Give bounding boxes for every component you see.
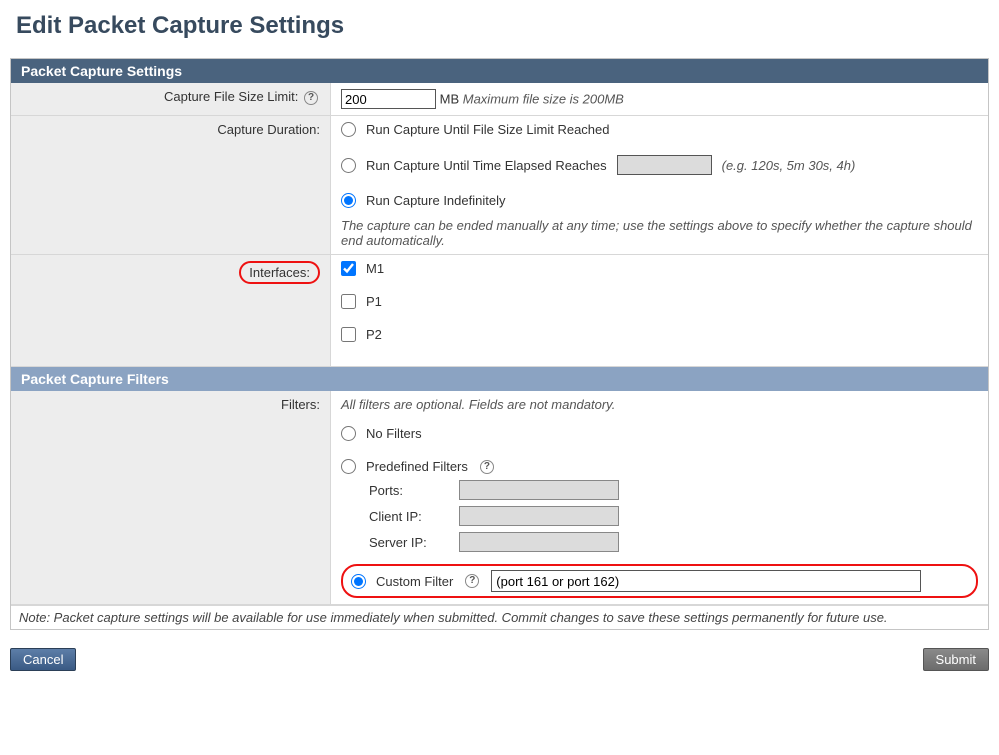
time-elapsed-input[interactable] — [617, 155, 712, 175]
radio-until-time-label: Run Capture Until Time Elapsed Reaches — [366, 158, 607, 173]
interfaces-label-highlight: Interfaces: — [239, 261, 320, 284]
radio-indefinitely-label: Run Capture Indefinitely — [366, 193, 505, 208]
footer-note: Note: Packet capture settings will be av… — [11, 605, 988, 629]
custom-filter-input[interactable] — [491, 570, 921, 592]
settings-panel: Packet Capture Settings Capture File Siz… — [10, 58, 989, 630]
row-duration: Capture Duration: Run Capture Until File… — [11, 116, 988, 255]
server-ip-label: Server IP: — [369, 535, 459, 550]
duration-label: Capture Duration: — [217, 122, 320, 137]
file-size-unit: MB — [440, 92, 460, 107]
submit-button[interactable]: Submit — [923, 648, 989, 671]
row-filters: Filters: All filters are optional. Field… — [11, 391, 988, 605]
duration-note: The capture can be ended manually at any… — [341, 218, 978, 248]
radio-custom-filter-label: Custom Filter — [376, 574, 453, 589]
radio-predefined-filters[interactable] — [341, 459, 356, 474]
radio-indefinitely[interactable] — [341, 193, 356, 208]
filters-section-header: Packet Capture Filters — [11, 367, 988, 391]
radio-until-filesize-label: Run Capture Until File Size Limit Reache… — [366, 122, 610, 137]
cancel-button[interactable]: Cancel — [10, 648, 76, 671]
radio-no-filters-label: No Filters — [366, 426, 422, 441]
file-size-hint: Maximum file size is 200MB — [463, 92, 624, 107]
page-title: Edit Packet Capture Settings — [16, 12, 989, 40]
ports-label: Ports: — [369, 483, 459, 498]
checkbox-m1[interactable] — [341, 261, 356, 276]
file-size-label: Capture File Size Limit: — [164, 89, 298, 104]
radio-no-filters[interactable] — [341, 426, 356, 441]
button-bar: Cancel Submit — [10, 644, 989, 675]
radio-predefined-filters-label: Predefined Filters — [366, 459, 468, 474]
time-hint: (e.g. 120s, 5m 30s, 4h) — [722, 158, 856, 173]
help-icon[interactable]: ? — [304, 91, 318, 105]
radio-until-filesize[interactable] — [341, 122, 356, 137]
radio-until-time[interactable] — [341, 158, 356, 173]
interfaces-label: Interfaces: — [249, 265, 310, 280]
filters-intro: All filters are optional. Fields are not… — [341, 397, 978, 412]
radio-custom-filter[interactable] — [351, 574, 366, 589]
client-ip-input[interactable] — [459, 506, 619, 526]
ports-input[interactable] — [459, 480, 619, 500]
client-ip-label: Client IP: — [369, 509, 459, 524]
checkbox-p2-label: P2 — [366, 327, 382, 342]
checkbox-p2[interactable] — [341, 327, 356, 342]
checkbox-m1-label: M1 — [366, 261, 384, 276]
row-file-size: Capture File Size Limit: ? MB Maximum fi… — [11, 83, 988, 116]
settings-section-header: Packet Capture Settings — [11, 59, 988, 83]
file-size-input[interactable] — [341, 89, 436, 109]
server-ip-input[interactable] — [459, 532, 619, 552]
filters-label: Filters: — [281, 397, 320, 412]
checkbox-p1-label: P1 — [366, 294, 382, 309]
custom-filter-highlight: Custom Filter ? — [341, 564, 978, 598]
help-icon[interactable]: ? — [480, 460, 494, 474]
help-icon[interactable]: ? — [465, 574, 479, 588]
checkbox-p1[interactable] — [341, 294, 356, 309]
row-interfaces: Interfaces: M1 P1 P2 — [11, 255, 988, 367]
